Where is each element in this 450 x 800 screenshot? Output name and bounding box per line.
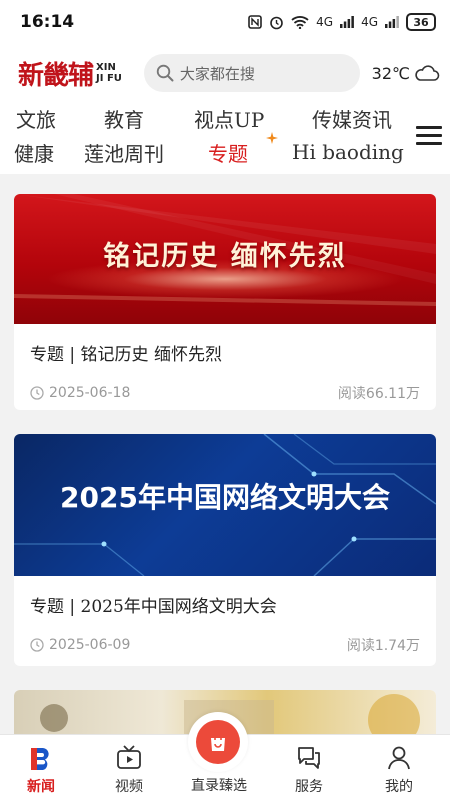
card-title[interactable]: 专题 | 2025年中国网络文明大会 bbox=[14, 576, 436, 617]
weather-widget[interactable]: 32℃ bbox=[372, 64, 440, 83]
card-read-count: 阅读1.74万 bbox=[346, 638, 420, 654]
nav-item-shidian-up[interactable]: 视点UP bbox=[194, 104, 264, 133]
status-time: 16:14 bbox=[20, 12, 75, 32]
alarm-icon bbox=[270, 16, 283, 29]
app-header: 新畿辅 XIN JI FU 大家都在搜 32℃ bbox=[0, 44, 450, 102]
banner-text: 铭记历史 缅怀先烈 bbox=[103, 241, 347, 272]
tab-label: 服务 bbox=[295, 779, 323, 795]
signal-icon-1 bbox=[340, 16, 354, 28]
category-nav: 文旅 教育 视点UP 传媒资讯 健康 莲池周刊 专题 Hi baoding bbox=[0, 102, 450, 174]
card-title[interactable]: 专题 | 铭记历史 缅怀先烈 bbox=[14, 324, 436, 365]
tv-icon bbox=[117, 745, 141, 769]
feed-card[interactable]: 2025年中国网络文明大会 专题 | 2025年中国网络文明大会 2025-06… bbox=[14, 434, 436, 666]
tab-label: 视频 bbox=[115, 779, 143, 795]
logo-english-line-1: XIN bbox=[96, 62, 116, 73]
tab-news[interactable]: 新闻 bbox=[0, 735, 86, 800]
signal-label-2: 4G bbox=[361, 15, 378, 29]
menu-icon[interactable] bbox=[416, 126, 442, 148]
news-logo-icon bbox=[31, 748, 49, 770]
signal-icon-2 bbox=[385, 16, 399, 28]
nav-item-jiankang[interactable]: 健康 bbox=[14, 138, 54, 167]
card-meta: 2025-06-09 阅读1.74万 bbox=[14, 617, 436, 655]
status-bar: 16:14 4G 4G 36 bbox=[0, 0, 450, 44]
feed-card[interactable]: 铭记历史 缅怀先烈 专题 | 铭记历史 缅怀先烈 2025-06-18 阅读66… bbox=[14, 194, 436, 410]
card-date-text: 2025-06-09 bbox=[49, 637, 131, 653]
cloud-icon bbox=[415, 65, 440, 81]
news-feed: 铭记历史 缅怀先烈 专题 | 铭记历史 缅怀先烈 2025-06-18 阅读66… bbox=[0, 174, 450, 734]
user-icon bbox=[388, 746, 410, 770]
sparkle-icon bbox=[266, 132, 278, 144]
wifi-icon bbox=[291, 16, 309, 29]
search-icon bbox=[156, 64, 174, 82]
signal-label-1: 4G bbox=[316, 15, 334, 29]
nav-item-chuanmei-zixun[interactable]: 传媒资讯 bbox=[312, 104, 392, 133]
card-read-count: 阅读66.11万 bbox=[337, 386, 420, 402]
nav-item-wenlv[interactable]: 文旅 bbox=[16, 104, 56, 133]
card-date-text: 2025-06-18 bbox=[49, 385, 131, 401]
chat-bubbles-icon bbox=[298, 747, 320, 769]
tab-profile[interactable]: 我的 bbox=[354, 735, 444, 800]
logo-english: XIN JI FU bbox=[96, 62, 122, 84]
banner-text: 2025年中国网络文明大会 bbox=[60, 481, 390, 514]
app-logo[interactable]: 新畿辅 XIN JI FU bbox=[18, 55, 138, 92]
tab-label: 新闻 bbox=[27, 779, 55, 795]
logo-english-line-2: JI FU bbox=[96, 73, 122, 84]
tab-video[interactable]: 视频 bbox=[84, 735, 174, 800]
search-placeholder: 大家都在搜 bbox=[179, 64, 255, 83]
search-bar[interactable]: 大家都在搜 bbox=[143, 54, 360, 92]
nav-item-lianchi-zhoukan[interactable]: 莲池周刊 bbox=[84, 138, 164, 167]
live-select-button[interactable] bbox=[188, 712, 248, 772]
nfc-icon bbox=[248, 15, 262, 29]
tab-label: 直录臻选 bbox=[191, 778, 247, 794]
temperature: 32℃ bbox=[371, 63, 410, 83]
card-meta: 2025-06-18 阅读66.11万 bbox=[14, 365, 436, 403]
battery-indicator: 36 bbox=[406, 13, 436, 31]
card-banner-image: 2025年中国网络文明大会 bbox=[14, 434, 436, 576]
shopping-bag-icon bbox=[211, 733, 225, 751]
clock-icon bbox=[30, 386, 44, 400]
nav-item-hi-baoding[interactable]: Hi baoding bbox=[292, 140, 404, 164]
logo-chinese: 新畿辅 bbox=[18, 60, 94, 91]
card-date: 2025-06-09 bbox=[30, 637, 130, 653]
status-icons: 4G 4G 36 bbox=[248, 13, 436, 31]
tab-services[interactable]: 服务 bbox=[264, 735, 354, 800]
nav-item-jiaoyu[interactable]: 教育 bbox=[104, 104, 144, 133]
tab-label: 我的 bbox=[385, 779, 413, 795]
live-select-button-inner bbox=[196, 720, 240, 764]
clock-icon bbox=[30, 638, 44, 652]
card-date: 2025-06-18 bbox=[30, 385, 130, 401]
nav-item-zhuanti[interactable]: 专题 bbox=[208, 138, 248, 167]
card-banner-image: 铭记历史 缅怀先烈 bbox=[14, 194, 436, 324]
